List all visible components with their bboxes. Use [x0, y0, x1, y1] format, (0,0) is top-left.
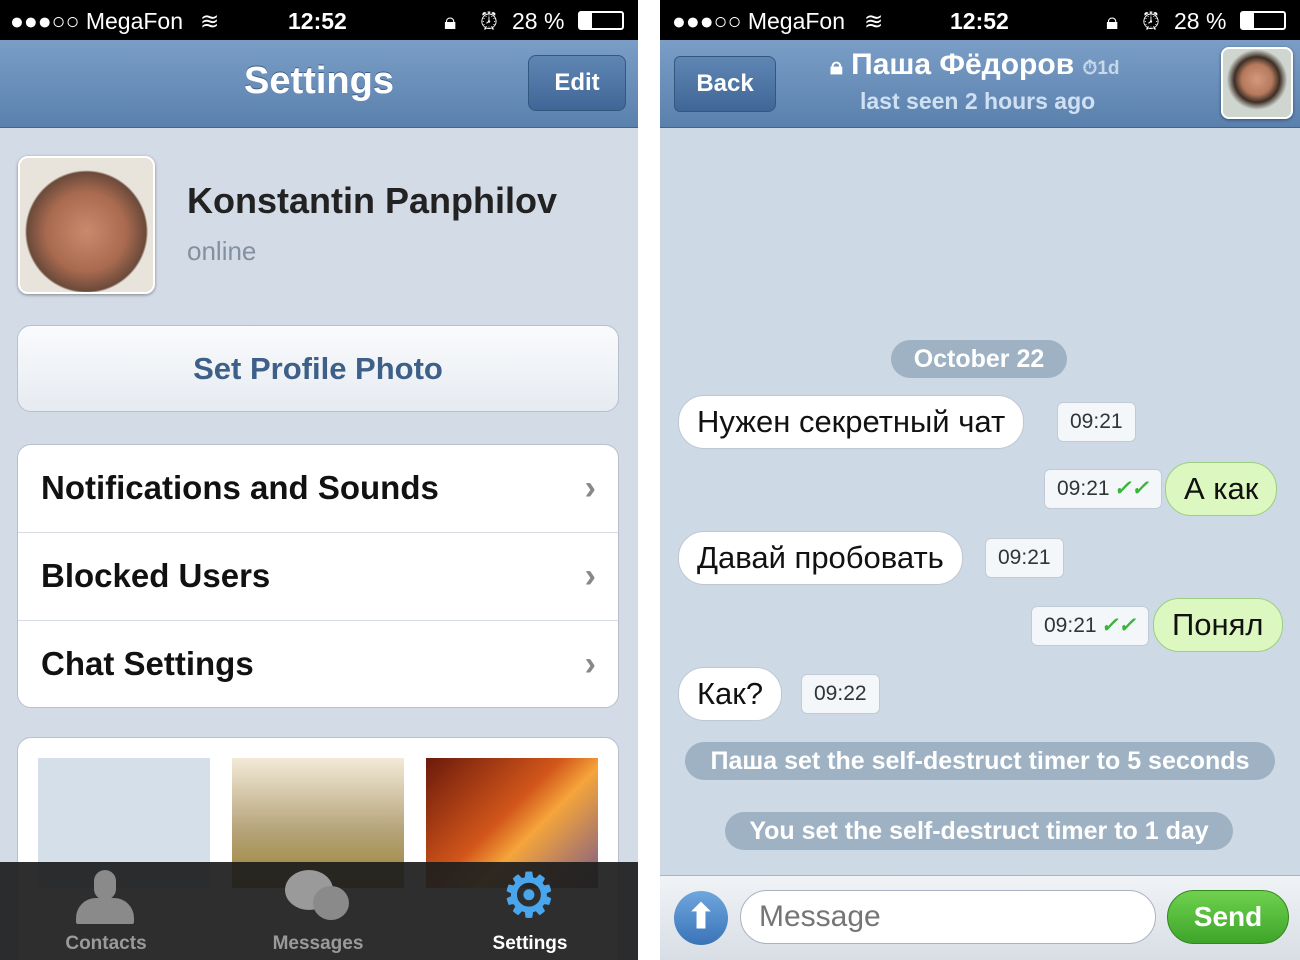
time-text: 09:21	[1044, 614, 1097, 637]
carrier: ●●●○○ MegaFon	[10, 8, 184, 34]
timer-value: 1d	[1097, 58, 1120, 79]
settings-screen: ●●●○○ MegaFon ≋ 12:52 🔒︎ ⏰︎ 28 % Setting…	[0, 0, 638, 960]
message-out: Понял	[1153, 598, 1283, 652]
message-time: 09:21 ✓✓	[1031, 606, 1149, 646]
settings-list: Notifications and Sounds › Blocked Users ›…	[17, 444, 619, 708]
settings-item-chat-settings[interactable]: Chat Settings ›	[18, 621, 618, 709]
arrow-up-icon: ⬆	[686, 898, 716, 936]
item-label: Chat Settings	[41, 645, 254, 682]
timer-icon: ⏱	[1082, 58, 1098, 79]
time-text: 09:21	[1057, 477, 1110, 500]
message-time: 09:21	[1057, 402, 1136, 442]
chat-title: 🔒︎ Паша Фёдоров ⏱1d	[830, 48, 1120, 82]
last-seen: last seen 2 hours ago	[860, 88, 1096, 114]
gear-icon: ⚙	[502, 862, 556, 929]
person-icon	[76, 870, 134, 924]
attach-button[interactable]: ⬆	[674, 891, 728, 945]
nav-bar: Back 🔒︎ Паша Фёдоров ⏱1d last seen 2 hou…	[660, 40, 1300, 128]
alarm-icon: ⏰︎	[480, 8, 498, 34]
carrier: ●●●○○ MegaFon	[672, 8, 846, 34]
rotation-lock-icon: 🔒︎	[1106, 8, 1119, 34]
tab-label: Messages	[272, 933, 364, 954]
item-label: Blocked Users	[41, 557, 271, 594]
battery-text: 28 %	[512, 8, 565, 34]
tab-messages[interactable]: Messages	[212, 862, 424, 960]
contact-name: Паша Фёдоров	[851, 48, 1075, 81]
status-bar: ●●●○○ MegaFon ≋ 12:52 🔒︎ ⏰︎ 28 %	[660, 0, 1300, 40]
message-time: 09:22	[801, 674, 880, 714]
back-button[interactable]: Back	[674, 56, 776, 112]
tab-settings[interactable]: ⚙ Settings	[424, 862, 636, 960]
double-check-icon: ✓✓	[1100, 614, 1136, 637]
date-separator: October 22	[891, 340, 1067, 378]
profile-status: online	[187, 236, 257, 266]
item-label: Notifications and Sounds	[41, 469, 439, 506]
chevron-right-icon: ›	[584, 645, 596, 683]
lock-icon: 🔒︎	[830, 53, 843, 80]
battery-icon	[578, 11, 624, 30]
rotation-lock-icon: 🔒︎	[444, 8, 457, 34]
clock: 12:52	[288, 8, 347, 34]
message-time: 09:21 ✓✓	[1044, 469, 1162, 509]
wifi-icon: ≋	[200, 8, 220, 34]
tab-label: Contacts	[65, 933, 147, 954]
send-button[interactable]: Send	[1167, 890, 1289, 944]
message-in: Давай пробовать	[678, 531, 963, 585]
profile-name: Konstantin Panphilov	[187, 180, 558, 221]
chevron-right-icon: ›	[584, 557, 596, 595]
service-message: Паша set the self-destruct timer to 5 se…	[685, 742, 1275, 780]
settings-item-blocked-users[interactable]: Blocked Users ›	[18, 533, 618, 621]
battery-icon	[1240, 11, 1286, 30]
settings-item-notifications[interactable]: Notifications and Sounds ›	[18, 445, 618, 533]
message-in: Как?	[678, 667, 783, 721]
edit-button[interactable]: Edit	[528, 55, 626, 111]
service-message: You set the self-destruct timer to 1 day	[725, 812, 1233, 850]
tab-contacts[interactable]: Contacts	[0, 862, 212, 960]
message-in: Нужен секретный чат	[678, 395, 1025, 449]
clock: 12:52	[950, 8, 1009, 34]
status-bar: ●●●○○ MegaFon ≋ 12:52 🔒︎ ⏰︎ 28 %	[0, 0, 638, 40]
double-check-icon: ✓✓	[1113, 477, 1149, 500]
tab-bar: Contacts Messages ⚙ Settings	[0, 862, 638, 960]
message-time: 09:21	[985, 538, 1064, 578]
set-profile-photo-button[interactable]: Set Profile Photo	[17, 325, 619, 412]
chat-screen: ●●●○○ MegaFon ≋ 12:52 🔒︎ ⏰︎ 28 % Back 🔒︎…	[660, 0, 1300, 960]
message-out: А как	[1165, 462, 1278, 516]
contact-avatar[interactable]	[1221, 47, 1293, 119]
nav-bar: Settings Edit	[0, 40, 638, 128]
profile-avatar[interactable]	[18, 156, 155, 294]
battery-text: 28 %	[1174, 8, 1227, 34]
chevron-right-icon: ›	[584, 469, 596, 507]
chat-bubbles-icon	[285, 870, 351, 926]
alarm-icon: ⏰︎	[1142, 8, 1160, 34]
input-bar: ⬆ Send	[660, 875, 1300, 960]
tab-label: Settings	[492, 933, 568, 954]
message-input[interactable]	[740, 890, 1156, 944]
wifi-icon: ≋	[864, 8, 884, 34]
